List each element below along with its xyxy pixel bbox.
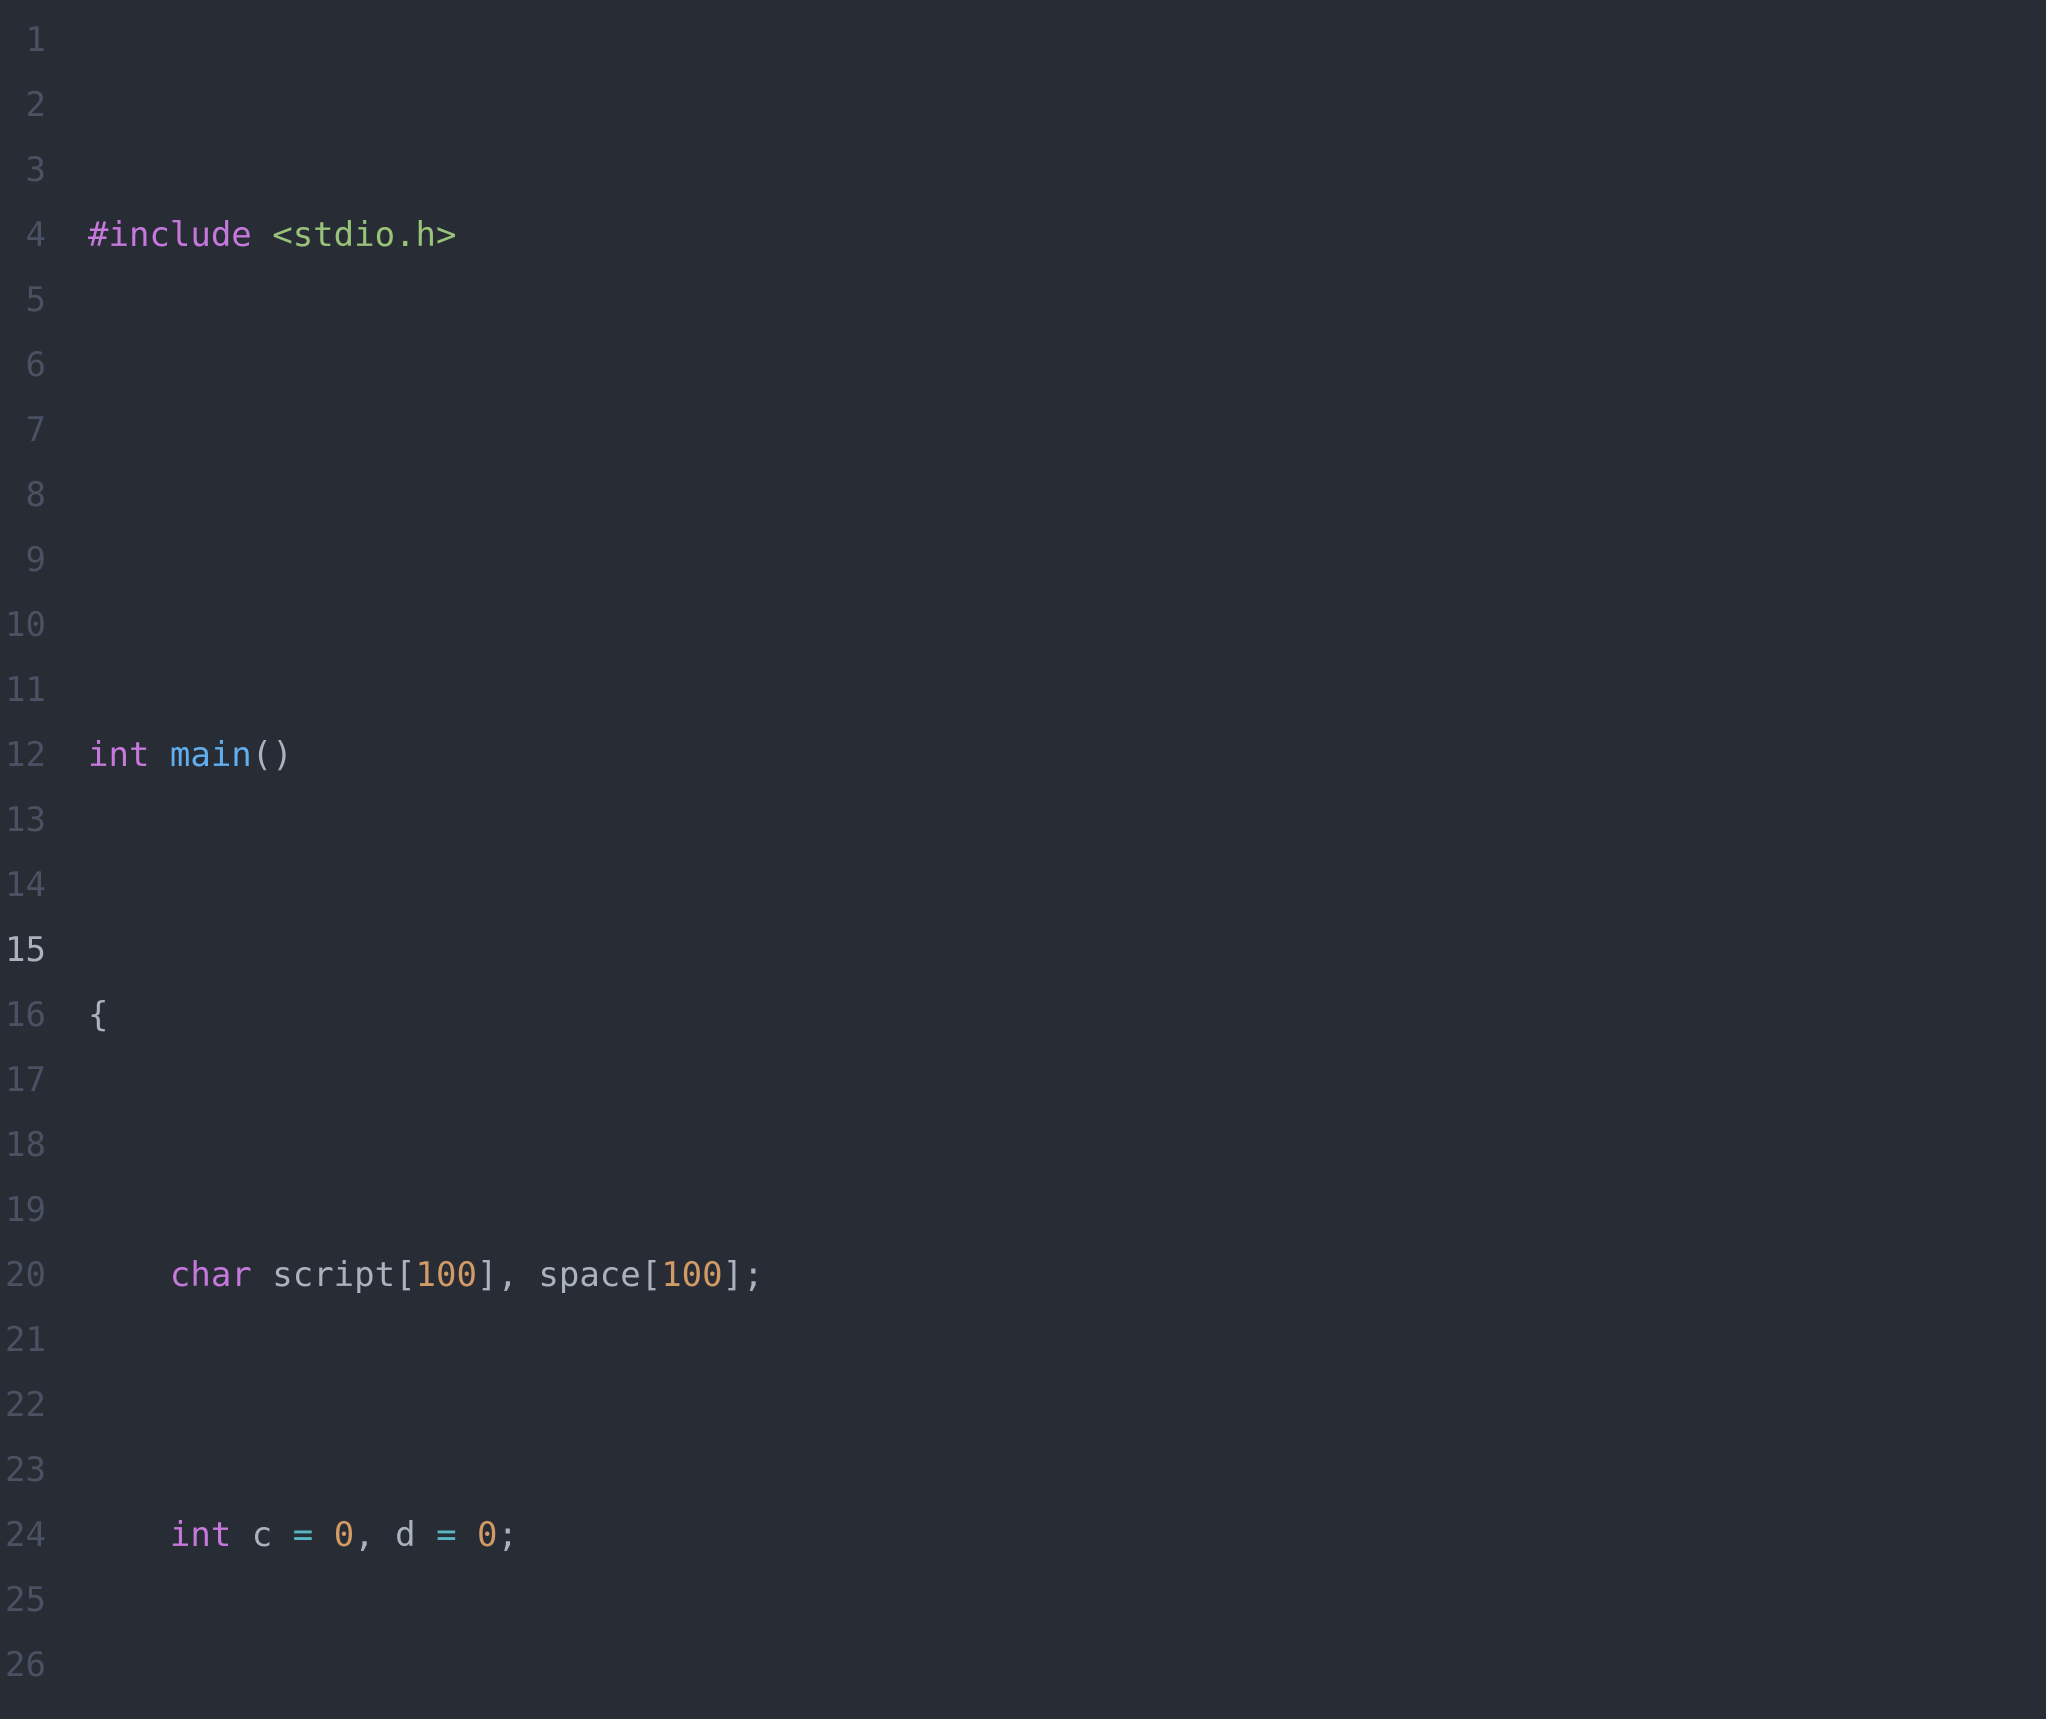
token-punct: () — [252, 735, 293, 775]
token-header: <stdio.h> — [272, 215, 456, 255]
line-number: 20 — [0, 1243, 64, 1308]
line-number: 13 — [0, 788, 64, 853]
line-number: 10 — [0, 593, 64, 658]
line-number: 26 — [0, 1633, 64, 1698]
token-preprocessor: #include — [88, 215, 272, 255]
token-number: 0 — [334, 1515, 354, 1555]
token-brace: { — [88, 995, 108, 1035]
line-number: 7 — [0, 398, 64, 463]
line-number: 25 — [0, 1568, 64, 1633]
code-line-blank[interactable] — [64, 463, 2046, 528]
line-number: 9 — [0, 528, 64, 593]
line-number: 23 — [0, 1438, 64, 1503]
line-number: 24 — [0, 1503, 64, 1568]
line-gutter: 1 2 3 4 5 6 7 8 9 10 11 12 13 14 15 16 1… — [0, 0, 64, 1719]
token-punct: , — [354, 1515, 395, 1555]
line-number: 1 — [0, 8, 64, 73]
code-line[interactable]: #include <stdio.h> — [64, 203, 2046, 268]
line-number: 12 — [0, 723, 64, 788]
line-number: 11 — [0, 658, 64, 723]
line-number: 5 — [0, 268, 64, 333]
token-var: c — [252, 1515, 293, 1555]
token-number: 100 — [661, 1255, 722, 1295]
line-number: 22 — [0, 1373, 64, 1438]
code-line[interactable]: { — [64, 983, 2046, 1048]
line-number: 21 — [0, 1308, 64, 1373]
line-number: 2 — [0, 73, 64, 138]
line-number: 4 — [0, 203, 64, 268]
token-ident: ], space[ — [477, 1255, 661, 1295]
token-ident: script[ — [272, 1255, 415, 1295]
token-number: 0 — [477, 1515, 497, 1555]
line-number: 6 — [0, 333, 64, 398]
token-op: = — [436, 1515, 477, 1555]
token-op: = — [293, 1515, 334, 1555]
line-number: 19 — [0, 1178, 64, 1243]
line-number: 16 — [0, 983, 64, 1048]
token-function: main — [170, 735, 252, 775]
indent — [88, 1515, 170, 1555]
token-type: int — [170, 1515, 252, 1555]
line-number: 18 — [0, 1113, 64, 1178]
token-type: int — [88, 735, 170, 775]
code-line[interactable]: int c = 0, d = 0; — [64, 1503, 2046, 1568]
code-area[interactable]: #include <stdio.h> int main() { char scr… — [64, 0, 2046, 1719]
token-type: char — [170, 1255, 272, 1295]
code-line[interactable]: char script[100], space[100]; — [64, 1243, 2046, 1308]
code-line[interactable]: int main() — [64, 723, 2046, 788]
token-var: d — [395, 1515, 436, 1555]
token-punct: ]; — [723, 1255, 764, 1295]
line-number: 17 — [0, 1048, 64, 1113]
line-number: 14 — [0, 853, 64, 918]
line-number-active: 15 — [0, 918, 64, 983]
line-number: 8 — [0, 463, 64, 528]
line-number: 3 — [0, 138, 64, 203]
code-editor[interactable]: 1 2 3 4 5 6 7 8 9 10 11 12 13 14 15 16 1… — [0, 0, 2046, 1719]
token-punct: ; — [498, 1515, 518, 1555]
indent — [88, 1255, 170, 1295]
token-number: 100 — [416, 1255, 477, 1295]
